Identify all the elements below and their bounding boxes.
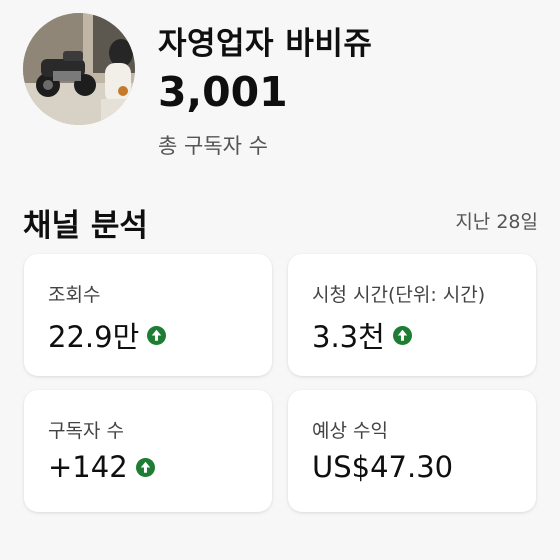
card-value-row: 22.9만 xyxy=(48,314,167,356)
card-value-row: 3.3천 xyxy=(312,314,412,356)
channel-header: 자영업자 바비쥬 3,001 총 구독자 수 xyxy=(0,0,560,175)
revenue-card[interactable]: 예상 수익 US$47.30 xyxy=(288,390,536,512)
subscriber-label: 총 구독자 수 xyxy=(158,134,268,158)
subscribers-value: +142 xyxy=(48,450,128,484)
card-label: 구독자 수 xyxy=(48,420,124,442)
channel-name: 자영업자 바비쥬 xyxy=(158,26,373,62)
watch-time-card[interactable]: 시청 시간(단위: 시간) 3.3천 xyxy=(288,254,536,376)
subscriber-count: 3,001 xyxy=(158,68,288,116)
revenue-value: US$47.30 xyxy=(312,450,454,484)
subscribers-card[interactable]: 구독자 수 +142 xyxy=(24,390,272,512)
card-value-row: US$47.30 xyxy=(312,450,453,484)
analytics-title: 채널 분석 xyxy=(23,208,148,244)
views-card[interactable]: 조회수 22.9만 xyxy=(24,254,272,376)
card-label: 예상 수익 xyxy=(312,420,388,442)
arrow-up-circle-icon xyxy=(392,325,412,345)
avatar-photo xyxy=(23,13,135,125)
card-label: 조회수 xyxy=(48,284,101,306)
card-label: 시청 시간(단위: 시간) xyxy=(312,284,486,306)
card-value-row: +142 xyxy=(48,450,155,484)
channel-avatar[interactable] xyxy=(23,13,135,125)
arrow-up-circle-icon xyxy=(135,457,155,477)
watch-time-value: 3.3천 xyxy=(312,320,385,354)
arrow-up-circle-icon xyxy=(147,325,167,345)
views-value: 22.9만 xyxy=(48,320,140,354)
analytics-period: 지난 28일 xyxy=(455,211,538,233)
